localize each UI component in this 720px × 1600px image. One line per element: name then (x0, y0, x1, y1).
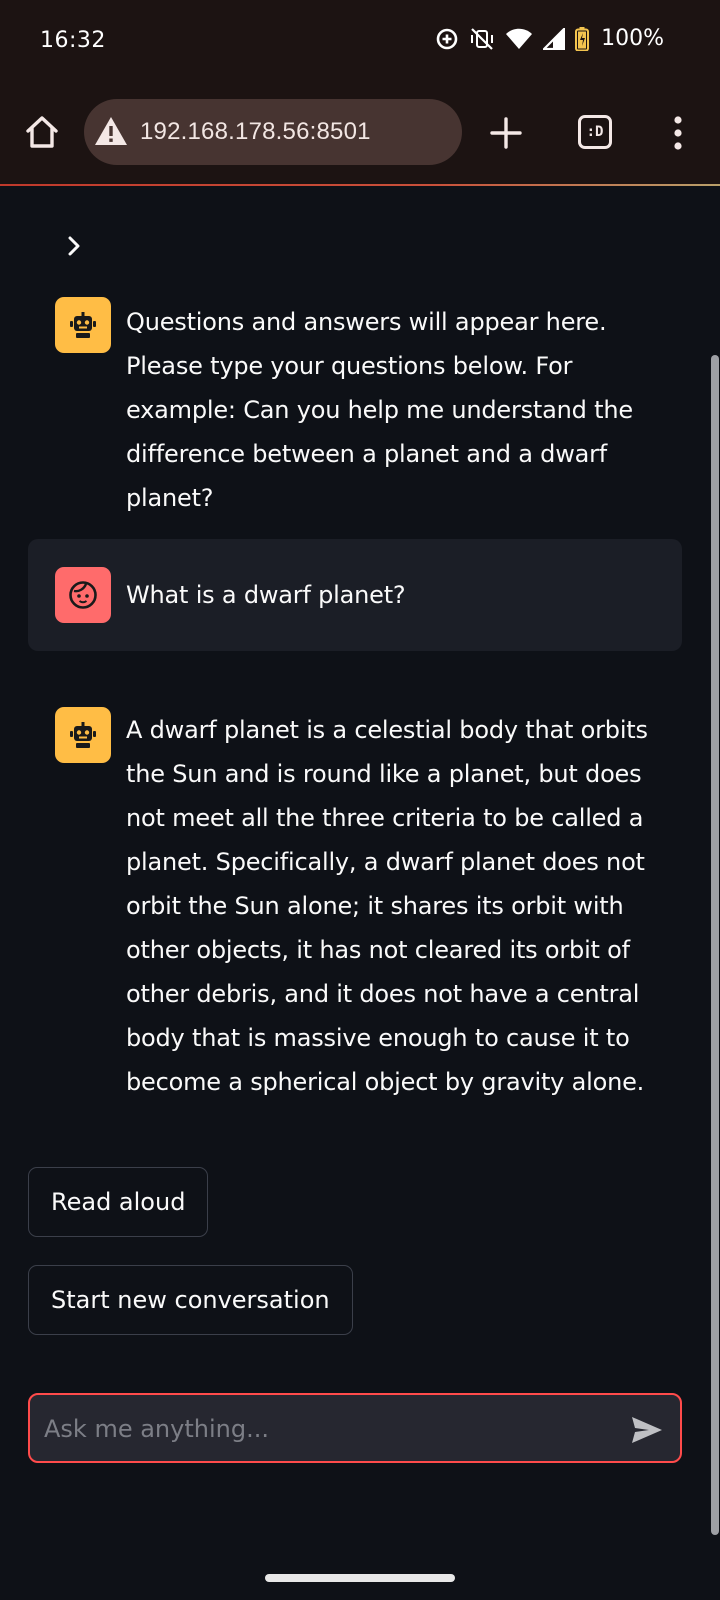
bot-avatar (55, 297, 111, 353)
battery-icon (575, 26, 590, 51)
wifi-icon (506, 28, 533, 49)
browser-toolbar: 192.168.178.56:8501 :D (0, 88, 720, 184)
not-secure-warning-icon[interactable] (94, 115, 128, 147)
new-tab-plus-icon[interactable] (489, 116, 523, 150)
home-icon[interactable] (22, 112, 62, 152)
robot-icon (70, 722, 96, 748)
chat-message-user: What is a dwarf planet? (28, 539, 682, 651)
vibrate-off-icon (471, 27, 494, 50)
read-aloud-button[interactable]: Read aloud (28, 1167, 209, 1237)
user-face-icon (69, 581, 97, 609)
bot-avatar (55, 707, 111, 763)
chat-message-assistant: A dwarf planet is a celestial body that … (28, 683, 682, 1107)
message-text: Questions and answers will appear here. … (126, 308, 633, 512)
overflow-menu-icon[interactable] (666, 114, 690, 152)
start-new-conversation-button[interactable]: Start new conversation (28, 1265, 353, 1335)
sidebar-expand-chevron-icon[interactable] (62, 234, 86, 258)
tab-switcher-button[interactable]: :D (578, 115, 612, 149)
status-bar: 16:32 100% (0, 0, 720, 88)
robot-icon (70, 312, 96, 338)
message-text: A dwarf planet is a celestial body that … (126, 716, 648, 1096)
message-text: What is a dwarf planet? (126, 581, 406, 609)
page-scrollbar[interactable] (711, 355, 719, 1535)
send-icon[interactable] (630, 1415, 664, 1445)
url-text[interactable]: 192.168.178.56:8501 (140, 118, 371, 146)
status-icons: 100% (435, 26, 664, 51)
data-saver-icon (436, 28, 458, 49)
chat-message-assistant: Questions and answers will appear here. … (28, 280, 682, 512)
chat-input[interactable] (44, 1407, 604, 1451)
toolbar-progress-divider (0, 184, 720, 186)
signal-icon (543, 27, 566, 50)
battery-percent: 100% (601, 26, 664, 51)
gesture-navigation-handle[interactable] (265, 1574, 455, 1582)
chat-input-container (28, 1393, 682, 1463)
user-avatar (55, 567, 111, 623)
app-root: 16:32 100% 192.168.178.56:8501:D Questi… (0, 0, 720, 1600)
status-time: 16:32 (40, 28, 106, 53)
url-bar[interactable]: 192.168.178.56:8501 (84, 99, 462, 165)
